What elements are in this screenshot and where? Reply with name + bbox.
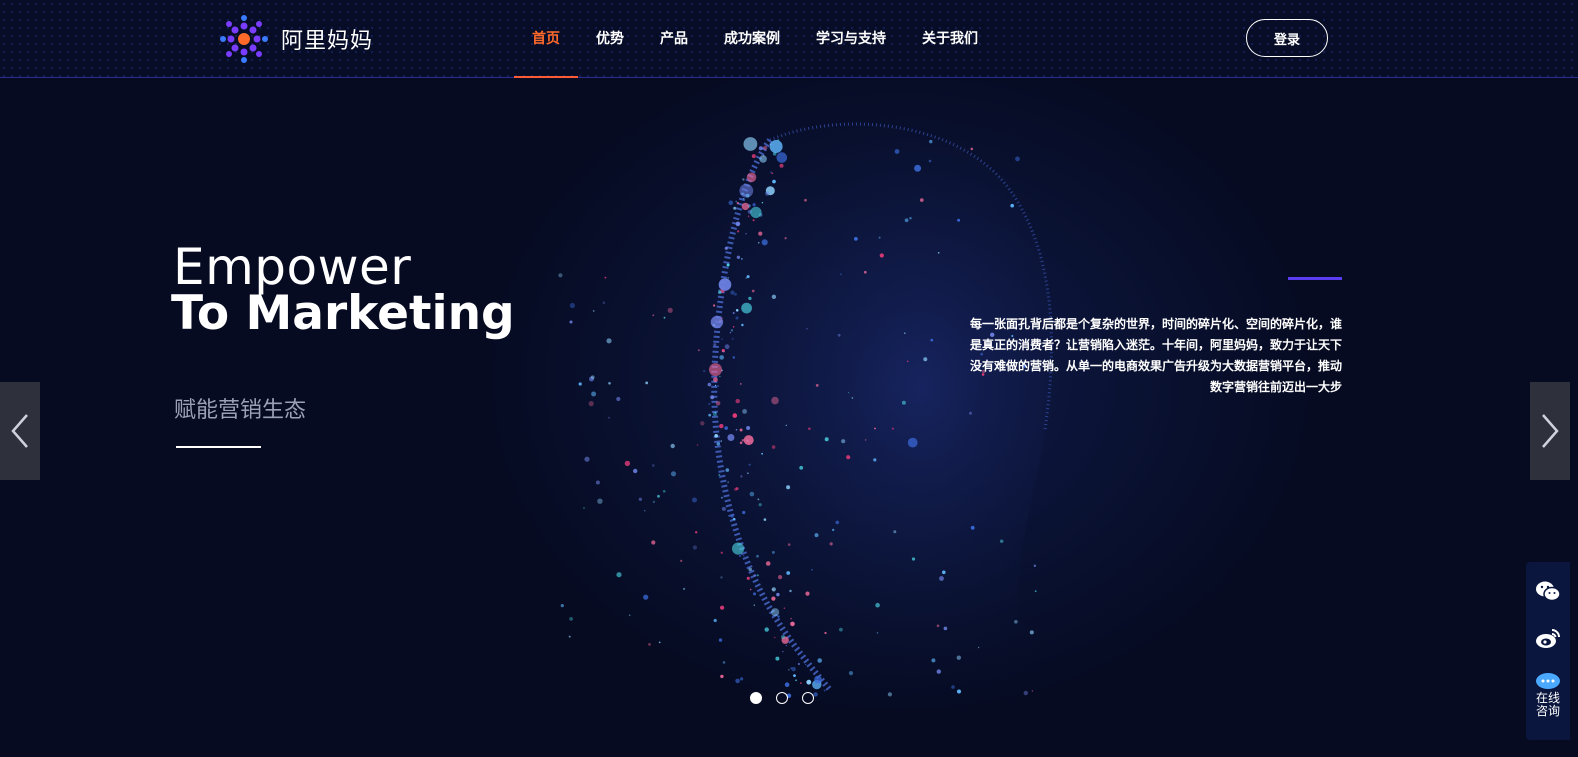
logo-mark-icon [220,15,268,63]
hero-divider [176,446,261,448]
login-button[interactable]: 登录 [1246,19,1328,57]
chevron-left-icon [11,414,28,448]
nav-item-cases[interactable]: 成功案例 [706,0,798,77]
logo-text: 阿里妈妈 [281,29,374,54]
carousel-dot-2[interactable] [776,692,788,704]
chat-icon [1536,673,1560,689]
logo[interactable]: 阿里妈妈 [219,14,373,64]
online-consult-label: 在线咨询 [1535,691,1560,718]
nav-item-home[interactable]: 首页 [514,0,578,78]
wechat-button[interactable] [1526,580,1570,602]
particle-face-illustration [558,122,1130,711]
online-consult-button[interactable]: 在线咨询 [1526,672,1570,718]
description-accent-line [1288,277,1342,280]
wechat-icon [1536,581,1561,602]
top-header: 阿里妈妈 首页 优势 产品 成功案例 学习与支持 关于我们 登录 [0,0,1578,78]
carousel-prev-button[interactable] [0,382,40,480]
nav-item-advantages[interactable]: 优势 [578,0,642,77]
page: 阿里妈妈 首页 优势 产品 成功案例 学习与支持 关于我们 登录 Empower… [0,0,1578,757]
nav-item-about[interactable]: 关于我们 [904,0,996,77]
nav-item-products[interactable]: 产品 [642,0,706,77]
carousel-dot-1[interactable] [750,692,762,704]
weibo-icon [1536,629,1560,648]
carousel-pagination [750,692,814,704]
hero-subtitle: 赋能营销生态 [174,398,307,423]
chevron-right-icon [1542,414,1559,448]
carousel-next-button[interactable] [1530,382,1570,480]
main-nav: 首页 优势 产品 成功案例 学习与支持 关于我们 [514,0,996,78]
carousel-dot-3[interactable] [802,692,814,704]
hero-title-line2: To Marketing [171,286,515,341]
weibo-button[interactable] [1526,626,1570,650]
nav-item-learning-support[interactable]: 学习与支持 [798,0,904,77]
floating-contact-bar: 在线咨询 [1526,562,1570,740]
hero-description: 每一张面孔背后都是个复杂的世界，时间的碎片化、空间的碎片化，谁是真正的消费者？让… [969,317,1342,394]
